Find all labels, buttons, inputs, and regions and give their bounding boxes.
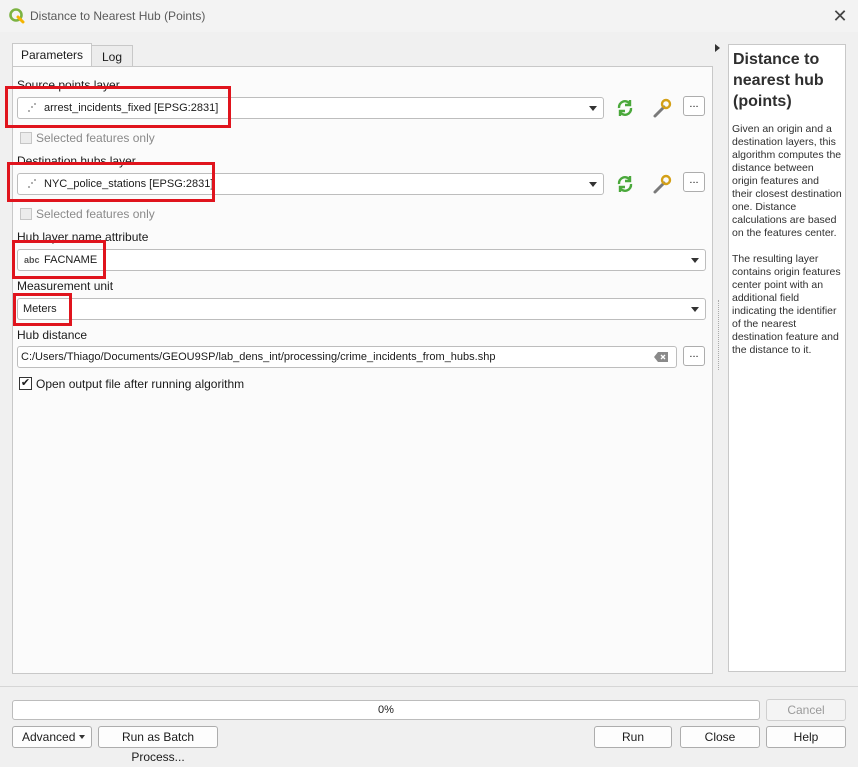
dest-selected-only-label: Selected features only — [36, 207, 155, 221]
highlight-unit — [13, 293, 72, 326]
qgis-logo-icon — [9, 8, 25, 24]
clear-text-icon[interactable] — [654, 352, 668, 362]
source-selected-only-checkbox[interactable] — [20, 132, 32, 144]
window-title: Distance to Nearest Hub (Points) — [30, 9, 206, 23]
wrench-icon[interactable] — [650, 172, 674, 196]
highlight-source-layer — [5, 86, 231, 128]
chevron-down-icon — [691, 307, 699, 312]
close-window-button[interactable]: ✕ — [826, 4, 854, 28]
highlight-hub-attr — [12, 240, 106, 279]
collapse-help-icon[interactable] — [715, 44, 720, 52]
run-batch-button[interactable]: Run as Batch Process... — [98, 726, 218, 764]
dest-options-button[interactable]: ... — [683, 172, 705, 192]
advanced-button[interactable]: Advanced — [12, 726, 92, 748]
refresh-icon[interactable] — [613, 96, 637, 120]
distance-output-path: C:/Users/Thiago/Documents/GEOU9SP/lab_de… — [21, 351, 496, 363]
distance-label: Hub distance — [17, 328, 88, 342]
close-button[interactable]: Close — [680, 726, 760, 748]
source-selected-only-label: Selected features only — [36, 131, 155, 145]
unit-label: Measurement unit — [17, 279, 114, 293]
dest-selected-only-checkbox[interactable] — [20, 208, 32, 220]
chevron-down-icon — [589, 182, 597, 187]
chevron-down-icon — [691, 258, 699, 263]
help-button[interactable]: Help — [766, 726, 846, 748]
wrench-icon[interactable] — [650, 96, 674, 120]
open-output-label: Open output file after running algorithm — [36, 377, 245, 391]
distance-browse-button[interactable]: ... — [683, 346, 705, 366]
hub-attr-combo[interactable]: abc FACNAME — [17, 249, 706, 271]
progress-text: 0% — [378, 704, 394, 716]
chevron-down-icon — [79, 735, 85, 739]
splitter-handle[interactable] — [718, 300, 720, 370]
source-options-button[interactable]: ... — [683, 96, 705, 116]
cancel-button[interactable]: Cancel — [766, 699, 846, 721]
advanced-label: Advanced — [22, 730, 76, 744]
chevron-down-icon — [589, 106, 597, 111]
tab-parameters[interactable]: Parameters — [12, 43, 92, 68]
help-title: Distance to nearest hub (points) — [733, 51, 824, 110]
tab-log[interactable]: Log — [91, 45, 133, 68]
highlight-dest-layer — [7, 162, 215, 202]
distance-output-field[interactable]: C:/Users/Thiago/Documents/GEOU9SP/lab_de… — [17, 346, 677, 368]
progress-bar: 0% — [12, 700, 760, 720]
help-paragraph: Given an origin and a destination layers… — [732, 123, 842, 239]
refresh-icon[interactable] — [613, 172, 637, 196]
help-paragraph: The resulting layer contains origin feat… — [732, 253, 841, 356]
open-output-checkbox[interactable]: ✔ — [19, 377, 32, 390]
unit-combo[interactable]: Meters — [17, 298, 706, 320]
help-text: Given an origin and a destination layers… — [732, 123, 842, 357]
footer-divider — [0, 686, 858, 687]
run-button[interactable]: Run — [594, 726, 672, 748]
